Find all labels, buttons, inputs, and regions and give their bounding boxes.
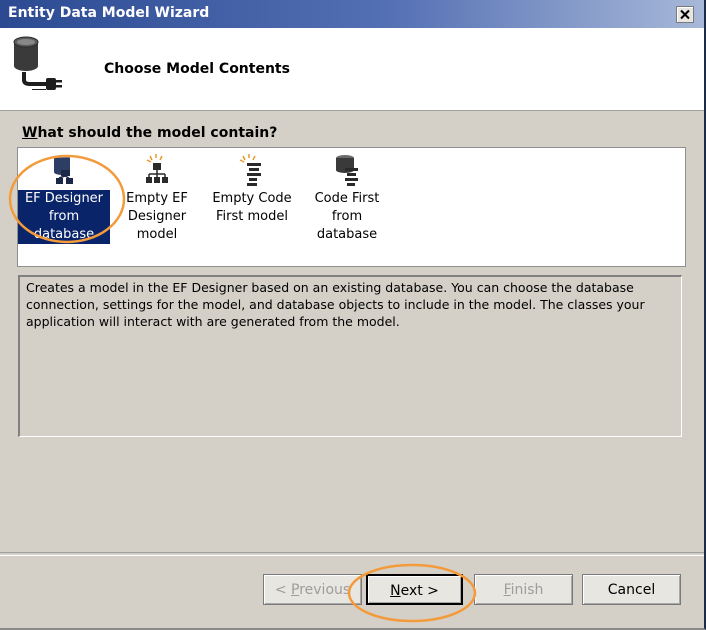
code-first-database-icon (336, 155, 358, 186)
model-option-empty-code-first[interactable]: Empty Code First model (206, 154, 298, 226)
empty-designer-icon (146, 154, 168, 183)
next-button[interactable]: Next > (366, 574, 463, 605)
model-option-label: Empty EF Designer model (126, 191, 188, 242)
model-option-label: EF Designer from database (18, 190, 110, 244)
page-title: Choose Model Contents (104, 61, 290, 77)
database-designer-icon (54, 155, 73, 184)
previous-rest: revious (299, 582, 351, 598)
model-option-label: Code First from database (314, 191, 380, 242)
close-button[interactable] (676, 6, 694, 23)
model-option-label: Empty Code First model (212, 191, 292, 224)
wizard-window: Entity Data Model Wizard Choose Model Co… (0, 0, 706, 630)
next-accesskey: N (390, 583, 401, 599)
model-option-ef-designer-from-database[interactable]: EF Designer from database (18, 154, 110, 244)
button-separator (0, 552, 704, 556)
finish-rest: inish (510, 582, 544, 598)
previous-button[interactable]: < Previous (263, 574, 362, 605)
finish-button[interactable]: Finish (474, 574, 573, 605)
empty-code-first-icon (239, 154, 261, 186)
model-contents-label: What should the model contain? (22, 125, 277, 141)
next-rest: ext > (400, 583, 439, 599)
previous-prefix: < (274, 582, 291, 598)
model-option-empty-ef-designer[interactable]: Empty EF Designer model (111, 154, 203, 244)
label-accesskey: W (22, 125, 38, 141)
finish-accesskey: F (503, 582, 511, 598)
cancel-button[interactable]: Cancel (582, 574, 681, 605)
wizard-header: Choose Model Contents (0, 28, 704, 111)
title-bar[interactable]: Entity Data Model Wizard (0, 0, 704, 28)
model-option-code-first-from-database[interactable]: Code First from database (301, 154, 393, 244)
previous-accesskey: P (291, 582, 300, 598)
model-contents-list[interactable]: EF Designer from database Empty EF Desig… (17, 147, 686, 267)
database-connection-icon (13, 36, 62, 90)
model-description: Creates a model in the EF Designer based… (18, 275, 682, 437)
close-icon (680, 9, 690, 20)
window-title: Entity Data Model Wizard (8, 5, 210, 21)
label-text: hat should the model contain? (37, 125, 278, 141)
